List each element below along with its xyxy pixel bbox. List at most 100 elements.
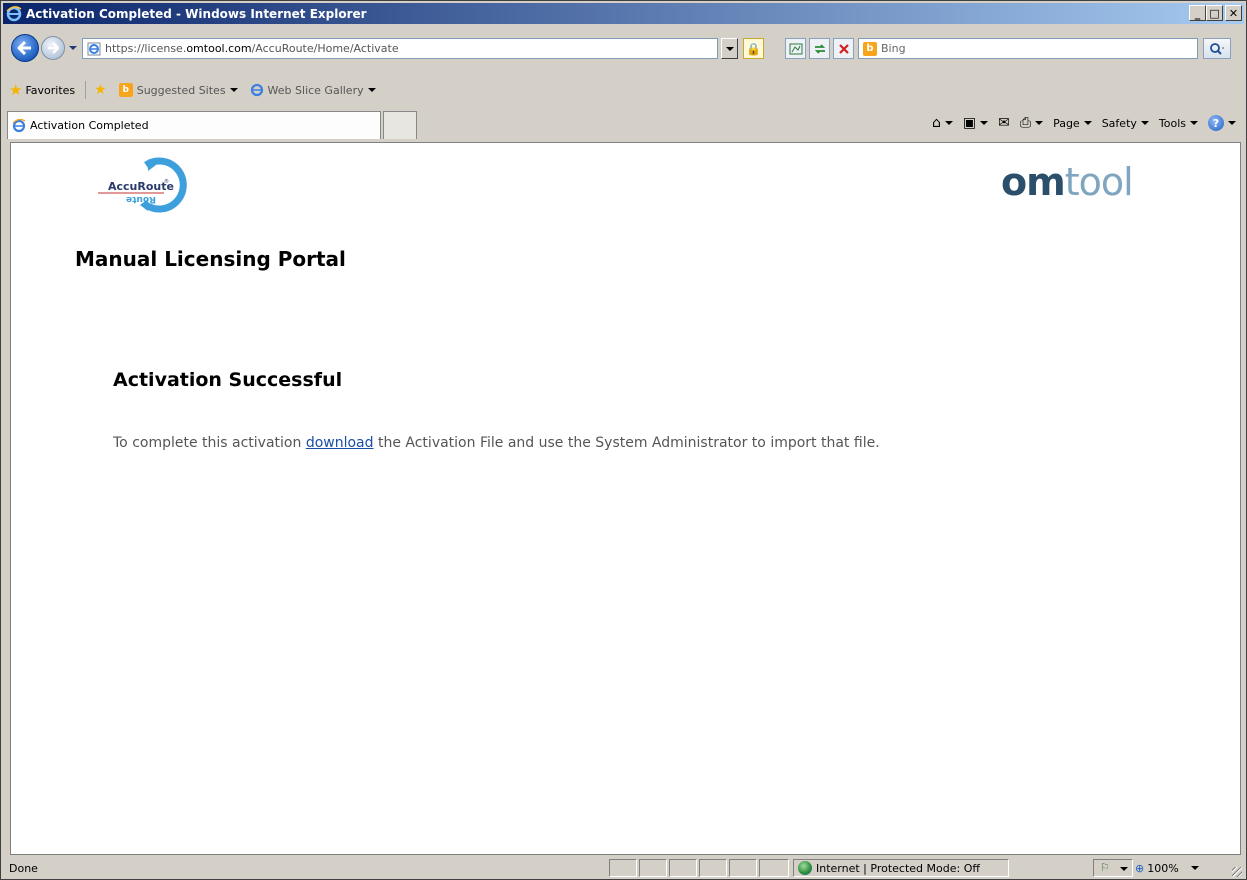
chevron-down-icon [1190, 866, 1199, 870]
safety-menu-label: Safety [1101, 116, 1137, 130]
new-tab-button[interactable] [383, 111, 417, 139]
compatibility-view-button[interactable] [785, 38, 806, 59]
message-after: the Activation File and use the System A… [373, 435, 880, 451]
minimize-icon: _ [1194, 6, 1201, 20]
chevron-down-icon [1228, 121, 1236, 125]
zoom-level: 100% [1147, 861, 1179, 875]
tab-label: Activation Completed [30, 119, 149, 132]
resize-grip[interactable] [1232, 867, 1242, 877]
forward-arrow-icon [48, 42, 60, 54]
ie-logo-icon [12, 118, 26, 132]
chevron-down-icon [367, 88, 376, 92]
address-bar[interactable]: https://license.omtool.com/AccuRoute/Hom… [82, 38, 718, 59]
search-button[interactable] [1203, 38, 1231, 59]
chevron-down-icon [229, 88, 238, 92]
chevron-down-icon [1035, 121, 1044, 125]
forward-button[interactable] [41, 36, 65, 60]
mail-icon: ✉ [998, 115, 1010, 131]
status-panel [609, 859, 637, 877]
search-icon [1210, 42, 1224, 55]
omtool-logo-tool: tool [1064, 160, 1134, 204]
favorites-divider [85, 81, 87, 99]
stop-icon [838, 43, 849, 54]
address-toolbar: https://license.omtool.com/AccuRoute/Hom… [3, 26, 1244, 70]
status-panel [759, 859, 789, 877]
zoom-magnifier-icon: ⊕ [1135, 861, 1145, 875]
download-link[interactable]: download [306, 435, 374, 451]
zoom-button[interactable]: ⊕ 100% [1135, 859, 1235, 877]
ie-page-icon [250, 83, 263, 97]
url-path: /AccuRoute/Home/Activate [251, 42, 399, 55]
minimize-button[interactable]: _ [1189, 5, 1206, 21]
maximize-button[interactable]: □ [1206, 5, 1223, 21]
back-button[interactable] [11, 34, 39, 62]
stop-button[interactable] [833, 38, 854, 59]
lock-icon: 🔒 [746, 41, 761, 56]
suggested-sites-link[interactable]: b Suggested Sites [118, 83, 238, 97]
tools-menu[interactable]: Tools [1159, 117, 1198, 130]
status-text: Done [9, 862, 38, 875]
search-input[interactable]: b Bing [858, 38, 1198, 59]
activation-title: Activation Successful [113, 369, 343, 391]
back-arrow-icon [17, 41, 31, 55]
add-to-favorites-bar-icon[interactable]: ★ [94, 82, 107, 98]
omtool-logo[interactable]: omtool [1001, 160, 1134, 204]
page-content: AccuRoute ® Route omtool Manual Licensin… [10, 142, 1241, 855]
shield-icon: ⚐ [1100, 861, 1110, 874]
help-button[interactable]: ? [1208, 115, 1236, 131]
accuroute-logo: AccuRoute ® Route [98, 157, 187, 213]
compatibility-icon [789, 43, 802, 54]
page-menu[interactable]: Page [1053, 117, 1092, 130]
ie-page-icon [87, 42, 101, 55]
tab-bar: Activation Completed ⌂ ▣ ✉ ⎙ Page Safety… [3, 109, 1244, 141]
page-menu-label: Page [1053, 116, 1080, 130]
chevron-down-icon [944, 121, 953, 125]
chevron-down-icon [1140, 121, 1149, 125]
feeds-button[interactable]: ▣ [963, 115, 989, 131]
print-button[interactable]: ⎙ [1019, 115, 1044, 131]
protected-mode-button[interactable]: ⚐ [1093, 859, 1133, 877]
printer-icon: ⎙ [1019, 115, 1032, 131]
favorites-button[interactable]: ★ Favorites [9, 81, 75, 99]
close-button[interactable]: ✕ [1225, 5, 1242, 21]
window-title: Activation Completed - Windows Internet … [26, 6, 367, 21]
command-bar: ⌂ ▣ ✉ ⎙ Page Safety Tools ? [922, 115, 1236, 131]
refresh-button[interactable] [809, 38, 830, 59]
title-bar[interactable]: Activation Completed - Windows Internet … [3, 3, 1244, 24]
window-controls: _ □ ✕ [1189, 5, 1242, 21]
safety-menu[interactable]: Safety [1102, 117, 1149, 130]
favorites-bar: ★ Favorites ★ b Suggested Sites Web Slic… [3, 71, 1244, 109]
suggested-sites-label: Suggested Sites [136, 83, 226, 97]
url-host: omtool.com [186, 42, 252, 55]
read-mail-button[interactable]: ✉ [998, 115, 1010, 131]
favorites-label: Favorites [25, 83, 76, 97]
home-button[interactable]: ⌂ [932, 115, 953, 131]
address-dropdown-button[interactable] [721, 38, 738, 59]
browser-window: Activation Completed - Windows Internet … [0, 0, 1247, 880]
message-before: To complete this activation [113, 435, 306, 451]
url-text: https://license.omtool.com/AccuRoute/Hom… [105, 42, 399, 55]
status-panel [699, 859, 727, 877]
registered-mark: ® [164, 178, 169, 185]
ie-logo-icon [6, 5, 22, 21]
favorites-star-icon: ★ [9, 81, 23, 99]
portal-title: Manual Licensing Portal [75, 247, 346, 271]
status-panel [639, 859, 667, 877]
web-slice-gallery-link[interactable]: Web Slice Gallery [250, 83, 376, 97]
omtool-logo-om: om [1001, 160, 1066, 204]
help-icon: ? [1208, 115, 1224, 131]
tools-menu-label: Tools [1158, 116, 1186, 130]
security-zone-label: Internet | Protected Mode: Off [816, 861, 980, 875]
security-lock-button[interactable]: 🔒 [743, 38, 764, 59]
home-icon: ⌂ [932, 115, 941, 131]
chevron-down-icon [1190, 121, 1198, 125]
tab-activation-completed[interactable]: Activation Completed [7, 111, 381, 139]
url-prefix: https://license. [105, 42, 187, 55]
security-zone[interactable]: Internet | Protected Mode: Off [793, 859, 1009, 877]
recent-pages-dropdown[interactable] [69, 46, 77, 50]
chevron-down-icon [725, 46, 734, 51]
status-bar: Done Internet | Protected Mode: Off ⚐ ⊕ … [3, 857, 1244, 879]
close-icon: ✕ [1228, 6, 1239, 20]
status-panel [729, 859, 757, 877]
chevron-down-icon [1083, 121, 1092, 125]
